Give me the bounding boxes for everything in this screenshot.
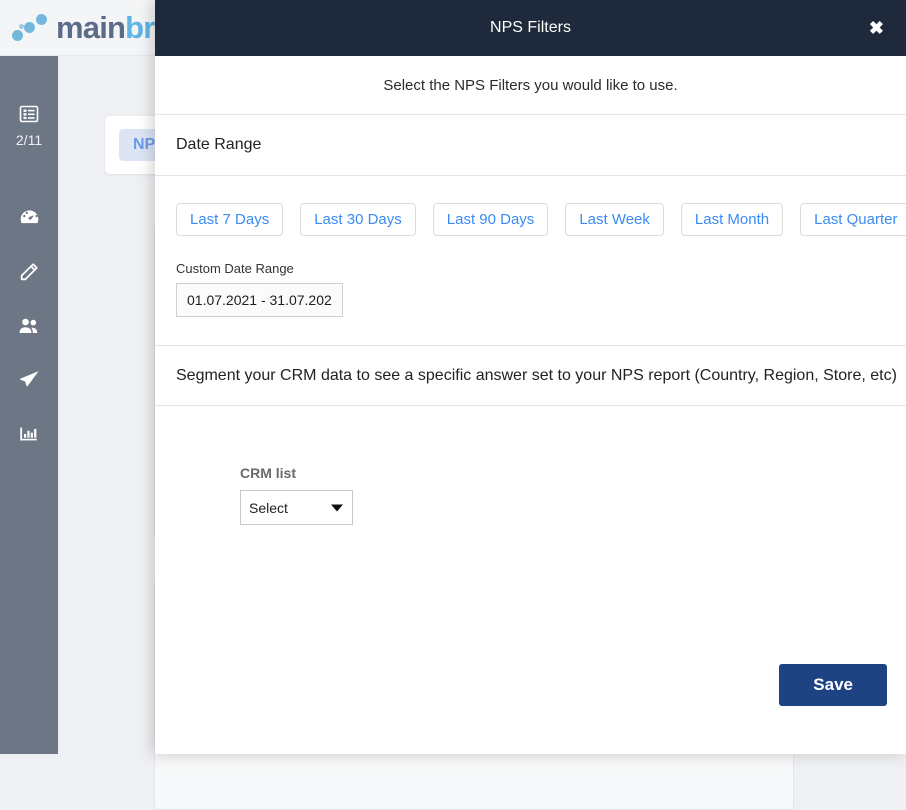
date-range-title: Date Range xyxy=(176,136,262,153)
brand-name: mainbra xyxy=(56,10,172,45)
bar-chart-icon xyxy=(18,423,40,450)
speedometer-icon xyxy=(18,206,41,234)
brand-logo[interactable]: mainbra xyxy=(0,0,172,56)
segment-description: Segment your CRM data to see a specific … xyxy=(176,366,897,384)
sidebar-item-pencil[interactable] xyxy=(17,262,41,286)
modal-footer: Save xyxy=(155,664,906,754)
crm-list-label: CRM list xyxy=(240,465,296,481)
brand-name-dark: main xyxy=(56,10,126,45)
sidebar-item-send[interactable] xyxy=(17,370,41,394)
pencil-icon xyxy=(18,261,40,288)
sidebar-item-speedometer[interactable] xyxy=(17,208,41,232)
modal-subtitle: Select the NPS Filters you would like to… xyxy=(155,56,906,115)
sidebar-counter-label: 2/11 xyxy=(15,132,43,148)
crm-list-select[interactable]: Select xyxy=(240,490,353,525)
preset-last-7-days[interactable]: Last 7 Days xyxy=(176,203,284,236)
sidebar-item-reports[interactable] xyxy=(17,424,41,448)
paper-plane-icon xyxy=(18,368,41,396)
preset-last-week[interactable]: Last Week xyxy=(565,203,664,236)
preset-last-90-days[interactable]: Last 90 Days xyxy=(432,203,549,236)
date-range-section-header: Date Range xyxy=(155,115,906,176)
date-range-presets: Last 7 Days Last 30 Days Last 90 Days La… xyxy=(155,176,906,236)
sidebar-counter[interactable]: 2/11 xyxy=(16,104,42,148)
crm-list-block: CRM list Select xyxy=(155,406,906,525)
save-button[interactable]: Save xyxy=(779,664,887,706)
sidebar: 2/11 xyxy=(0,56,58,754)
custom-date-range-block: Custom Date Range xyxy=(155,236,906,317)
dots-logo-icon xyxy=(10,11,54,45)
list-icon xyxy=(19,104,39,129)
preset-last-30-days[interactable]: Last 30 Days xyxy=(300,203,416,236)
modal-title: NPS Filters xyxy=(490,19,571,36)
preset-last-quarter[interactable]: Last Quarter xyxy=(800,203,906,236)
segment-section: Segment your CRM data to see a specific … xyxy=(155,345,906,406)
nps-filters-modal: NPS Filters ✖ Select the NPS Filters you… xyxy=(155,0,906,754)
crm-list-select-wrap: Select xyxy=(240,490,353,525)
sidebar-nav xyxy=(17,208,41,448)
preset-last-month[interactable]: Last Month xyxy=(680,203,784,236)
sidebar-item-users[interactable] xyxy=(17,316,41,340)
custom-date-range-input[interactable] xyxy=(176,283,343,317)
users-icon xyxy=(17,314,41,343)
custom-date-range-label: Custom Date Range xyxy=(176,261,294,276)
close-icon[interactable]: ✖ xyxy=(863,13,890,43)
modal-header: NPS Filters ✖ xyxy=(155,0,906,56)
